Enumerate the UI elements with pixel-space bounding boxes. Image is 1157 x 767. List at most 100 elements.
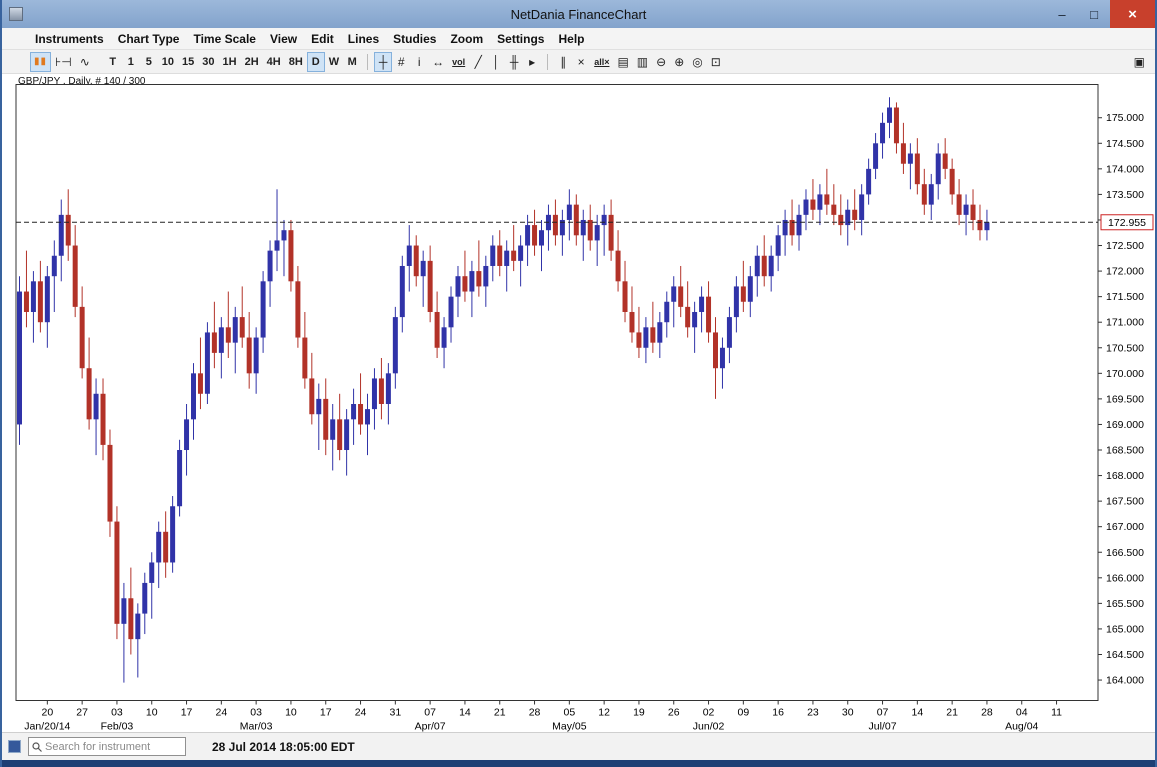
crosshair-icon[interactable]: ┼ [374, 52, 392, 72]
chart-properties-icon[interactable]: ⊡ [707, 52, 725, 72]
menu-zoom[interactable]: Zoom [443, 30, 490, 48]
search-icon [32, 742, 43, 753]
svg-text:24: 24 [355, 707, 367, 719]
timeframe-button-8h[interactable]: 8H [285, 52, 307, 72]
timeframe-button-daily[interactable]: D [307, 52, 325, 72]
svg-text:17: 17 [320, 707, 332, 719]
horizontal-scroll-icon[interactable]: ↔ [428, 52, 448, 72]
svg-text:09: 09 [737, 707, 749, 719]
timeframe-button-1m[interactable]: 1 [122, 52, 140, 72]
menu-edit[interactable]: Edit [304, 30, 341, 48]
svg-text:14: 14 [911, 707, 923, 719]
pointer-tool-icon[interactable]: ▸ [523, 52, 541, 72]
trendline-tool-icon[interactable]: ╱ [469, 52, 487, 72]
svg-text:174.500: 174.500 [1106, 138, 1144, 150]
close-button[interactable]: × [1110, 0, 1155, 28]
svg-text:17: 17 [181, 707, 193, 719]
svg-text:03: 03 [111, 707, 123, 719]
svg-text:168.500: 168.500 [1106, 445, 1144, 457]
chart-area[interactable]: 175.000174.500174.000173.500173.000172.5… [2, 84, 1157, 732]
svg-text:07: 07 [877, 707, 889, 719]
volume-icon[interactable]: vol [448, 52, 469, 72]
svg-text:164.000: 164.000 [1106, 675, 1144, 687]
menu-instruments[interactable]: Instruments [28, 30, 111, 48]
svg-text:23: 23 [807, 707, 819, 719]
search-box[interactable] [28, 737, 186, 756]
svg-text:27: 27 [76, 707, 88, 719]
svg-text:166.500: 166.500 [1106, 547, 1144, 559]
svg-text:174.000: 174.000 [1106, 163, 1144, 175]
minimize-button[interactable]: – [1046, 0, 1078, 28]
svg-text:19: 19 [633, 707, 645, 719]
vertical-line-tool-icon[interactable]: │ [487, 52, 505, 72]
timeframe-button-30m[interactable]: 30 [198, 52, 218, 72]
svg-text:Jul/07: Jul/07 [869, 721, 897, 733]
timeframe-button-4h[interactable]: 4H [263, 52, 285, 72]
delete-all-lines-icon[interactable]: all× [590, 52, 613, 72]
timeframe-button-2h[interactable]: 2H [241, 52, 263, 72]
svg-text:165.500: 165.500 [1106, 598, 1144, 610]
svg-text:21: 21 [946, 707, 958, 719]
timeframe-button-5m[interactable]: 5 [140, 52, 158, 72]
delete-line-icon[interactable]: × [572, 52, 590, 72]
candlestick-chart-icon[interactable]: ▮▮ [30, 52, 51, 72]
svg-text:Jun/02: Jun/02 [693, 721, 725, 733]
last-update-timestamp: 28 Jul 2014 18:05:00 EDT [212, 740, 355, 754]
parallel-lines-icon[interactable]: ∥ [554, 52, 572, 72]
svg-text:30: 30 [842, 707, 854, 719]
timeframe-button-monthly[interactable]: M [343, 52, 361, 72]
candlestick-chart[interactable]: 175.000174.500174.000173.500173.000172.5… [2, 84, 1157, 732]
svg-text:172.000: 172.000 [1106, 266, 1144, 278]
svg-text:28: 28 [529, 707, 541, 719]
timeframe-button-tick[interactable]: T [104, 52, 122, 72]
zoom-reset-icon[interactable]: ◎ [688, 52, 706, 72]
app-window: NetDania FinanceChart – □ × Instruments … [0, 0, 1157, 767]
search-input[interactable] [45, 738, 183, 755]
svg-text:168.000: 168.000 [1106, 470, 1144, 482]
svg-text:170.000: 170.000 [1106, 368, 1144, 380]
grid-icon[interactable]: # [392, 52, 410, 72]
svg-text:04: 04 [1016, 707, 1028, 719]
zoom-out-icon[interactable]: ⊖ [652, 52, 670, 72]
svg-text:165.000: 165.000 [1106, 623, 1144, 635]
svg-text:172.500: 172.500 [1106, 240, 1144, 252]
window-title: NetDania FinanceChart [2, 7, 1155, 22]
timeframe-button-1h[interactable]: 1H [219, 52, 241, 72]
line-chart-icon[interactable]: ∿ [76, 52, 94, 72]
info-icon[interactable]: i [410, 52, 428, 72]
svg-text:12: 12 [598, 707, 610, 719]
window-bottom-edge [2, 760, 1155, 767]
print-icon[interactable]: ▤ [613, 52, 632, 72]
svg-text:Mar/03: Mar/03 [240, 721, 273, 733]
timeframe-button-weekly[interactable]: W [325, 52, 343, 72]
timeframe-button-15m[interactable]: 15 [178, 52, 198, 72]
menu-time-scale[interactable]: Time Scale [186, 30, 262, 48]
svg-text:171.500: 171.500 [1106, 291, 1144, 303]
menu-settings[interactable]: Settings [490, 30, 551, 48]
svg-text:28: 28 [981, 707, 993, 719]
maximize-button[interactable]: □ [1078, 0, 1110, 28]
svg-text:16: 16 [772, 707, 784, 719]
menu-chart-type[interactable]: Chart Type [111, 30, 187, 48]
svg-text:167.500: 167.500 [1106, 496, 1144, 508]
title-bar[interactable]: NetDania FinanceChart – □ × [2, 0, 1155, 28]
app-icon [9, 7, 23, 21]
svg-text:Apr/07: Apr/07 [415, 721, 446, 733]
panel-icon[interactable]: ▣ [1130, 52, 1149, 72]
instrument-panel-button[interactable] [8, 740, 21, 753]
svg-text:Aug/04: Aug/04 [1005, 721, 1038, 733]
svg-text:26: 26 [668, 707, 680, 719]
zoom-in-icon[interactable]: ⊕ [670, 52, 688, 72]
svg-text:10: 10 [146, 707, 158, 719]
ohlc-chart-icon[interactable]: ⊦⊣ [51, 52, 76, 72]
print-preview-icon[interactable]: ▥ [633, 52, 652, 72]
timeframe-button-10m[interactable]: 10 [158, 52, 178, 72]
svg-text:14: 14 [459, 707, 471, 719]
status-bar: 28 Jul 2014 18:05:00 EDT [2, 732, 1155, 760]
parallel-channel-tool-icon[interactable]: ╫ [505, 52, 523, 72]
menu-help[interactable]: Help [551, 30, 591, 48]
svg-text:167.000: 167.000 [1106, 521, 1144, 533]
menu-studies[interactable]: Studies [386, 30, 443, 48]
menu-lines[interactable]: Lines [341, 30, 386, 48]
menu-view[interactable]: View [263, 30, 304, 48]
